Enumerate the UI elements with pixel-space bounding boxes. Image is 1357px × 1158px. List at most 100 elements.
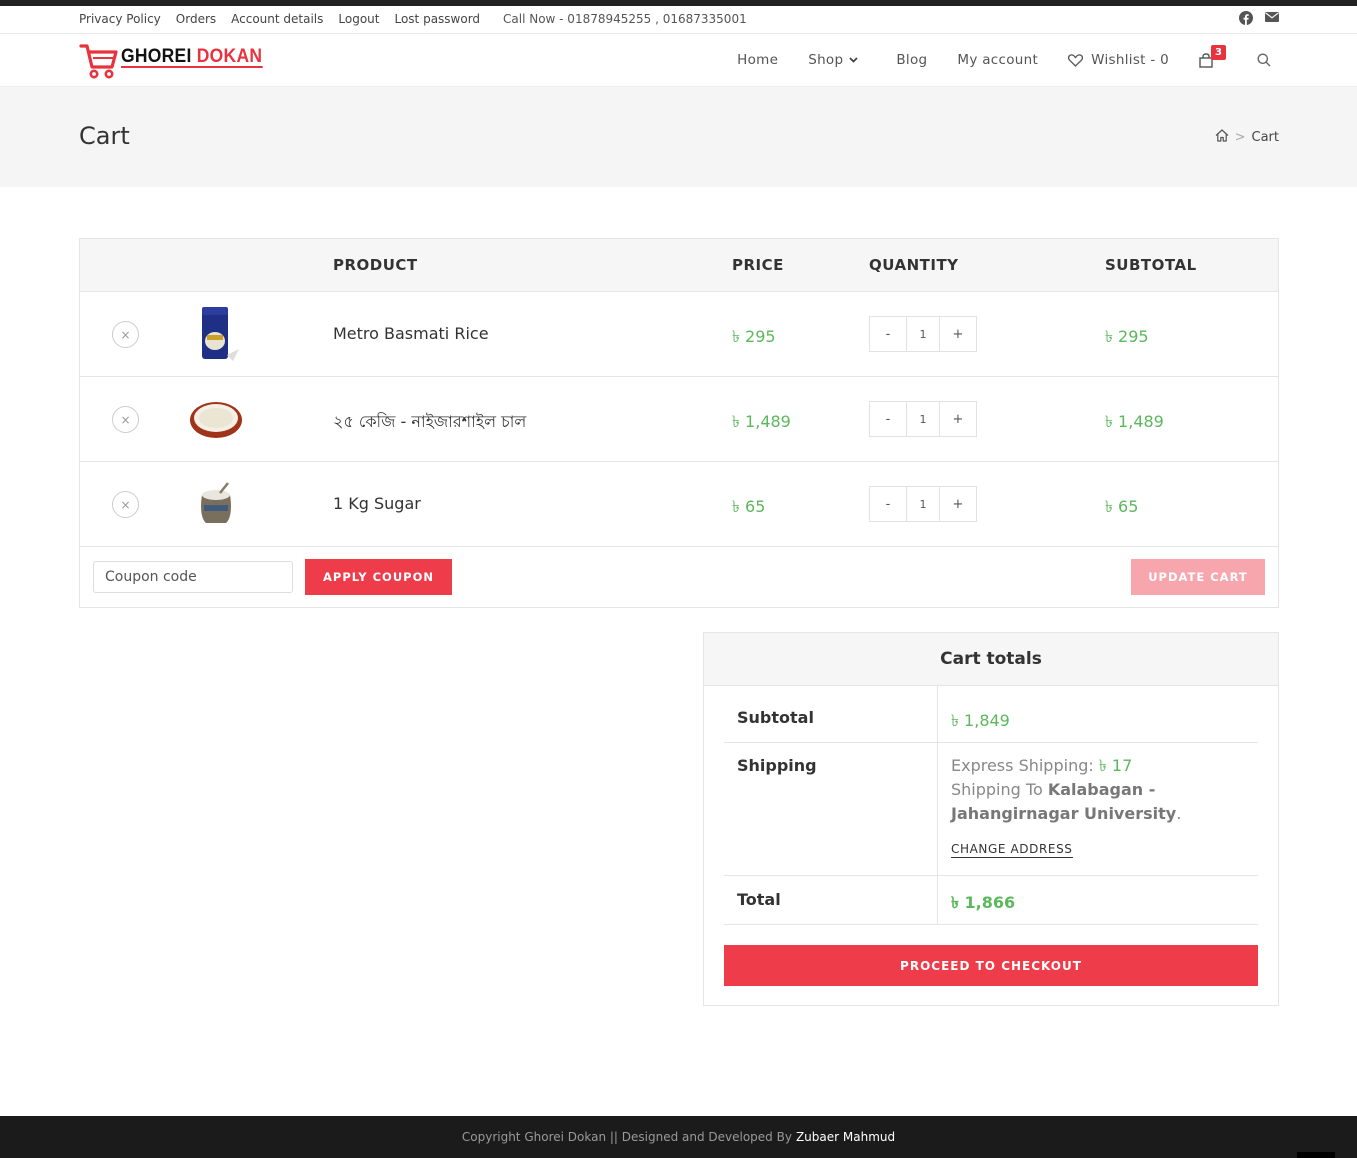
total-value: ৳ 1,866: [951, 893, 1016, 912]
cart-table: PRODUCT PRICE QUANTITY SUBTOTAL × Metro …: [79, 238, 1279, 608]
site-footer: Copyright Ghorei Dokan || Designed and D…: [0, 1116, 1357, 1158]
product-price: ৳ 295: [732, 327, 776, 346]
orders-link[interactable]: Orders: [176, 12, 216, 26]
qty-increase-button[interactable]: +: [940, 402, 976, 436]
apply-coupon-button[interactable]: APPLY COUPON: [305, 559, 452, 595]
footer-author-link[interactable]: Zubaer Mahmud: [796, 1130, 895, 1144]
shipping-to-prefix: Shipping To: [951, 780, 1043, 799]
totals-total-row: Total ৳ 1,866: [724, 876, 1258, 925]
subtotal-value: ৳ 1,849: [951, 711, 1010, 730]
product-thumbnail-basmati[interactable]: [185, 304, 247, 364]
quantity-stepper: - 1 +: [869, 486, 977, 522]
product-price: ৳ 65: [732, 497, 766, 516]
header-product: PRODUCT: [333, 256, 418, 274]
shipping-value-cell: Express Shipping: ৳ 17 Shipping To Kalab…: [937, 743, 1211, 875]
nav-search[interactable]: [1257, 53, 1279, 67]
nav-home-label: Home: [737, 52, 779, 68]
cart-count-badge: 3: [1211, 44, 1227, 60]
shopping-cart-logo-icon: [79, 44, 118, 79]
qty-decrease-button[interactable]: -: [870, 317, 906, 351]
total-value-cell: ৳ 1,866: [937, 876, 1015, 924]
qty-decrease-button[interactable]: -: [870, 402, 906, 436]
scroll-to-top-button[interactable]: [1297, 1152, 1335, 1158]
account-details-link[interactable]: Account details: [231, 12, 323, 26]
cart-totals-title: Cart totals: [704, 633, 1278, 686]
logo-word-dokan: DOKAN: [196, 46, 263, 67]
nav-shop-label: Shop: [808, 52, 844, 68]
subtotal-value-cell: ৳ 1,849: [937, 686, 1010, 742]
product-subtotal: ৳ 295: [1105, 327, 1149, 346]
remove-item-button[interactable]: ×: [112, 491, 139, 518]
footer-copyright: Copyright Ghorei Dokan || Designed and D…: [461, 1130, 792, 1144]
product-thumbnail-sugar[interactable]: [185, 474, 247, 534]
total-label: Total: [737, 890, 781, 909]
header-quantity: QUANTITY: [869, 256, 959, 274]
heart-icon: [1068, 53, 1084, 67]
qty-increase-button[interactable]: +: [940, 487, 976, 521]
nav-my-account[interactable]: My account: [957, 52, 1038, 68]
nav-wishlist-label: Wishlist - 0: [1091, 52, 1169, 68]
qty-input[interactable]: 1: [906, 317, 940, 351]
product-name[interactable]: 1 Kg Sugar: [333, 494, 421, 513]
nav-account-label: My account: [957, 52, 1039, 68]
proceed-to-checkout-button[interactable]: PROCEED TO CHECKOUT: [724, 945, 1258, 986]
subtotal-label: Subtotal: [737, 708, 814, 727]
remove-item-button[interactable]: ×: [112, 321, 139, 348]
quantity-stepper: - 1 +: [869, 316, 977, 352]
remove-item-button[interactable]: ×: [112, 406, 139, 433]
breadcrumb-current: Cart: [1251, 130, 1280, 145]
totals-subtotal-row: Subtotal ৳ 1,849: [724, 686, 1258, 743]
product-name[interactable]: ২৫ কেজি - নাইজারশাইল চাল: [333, 409, 526, 436]
page-title: Cart: [79, 122, 130, 150]
site-logo[interactable]: GHOREI DOKAN: [79, 40, 275, 80]
product-thumbnail-rice-bowl[interactable]: [185, 389, 247, 449]
product-price: ৳ 1,489: [732, 412, 791, 431]
shipping-label: Shipping: [737, 756, 817, 775]
site-header: GHOREI DOKAN Home Shop Blog My account W…: [0, 34, 1357, 87]
cart-actions: Coupon code APPLY COUPON UPDATE CART: [80, 547, 1278, 607]
qty-input[interactable]: 1: [906, 487, 940, 521]
quantity-stepper: - 1 +: [869, 401, 977, 437]
nav-home[interactable]: Home: [737, 52, 778, 68]
facebook-icon[interactable]: [1239, 11, 1253, 25]
top-bar: Privacy Policy Orders Account details Lo…: [0, 6, 1357, 34]
breadcrumb: > Cart: [1215, 129, 1279, 146]
lost-password-link[interactable]: Lost password: [394, 12, 480, 26]
qty-input[interactable]: 1: [906, 402, 940, 436]
totals-shipping-row: Shipping Express Shipping: ৳ 17 Shipping…: [724, 743, 1258, 876]
logo-text: GHOREI DOKAN: [121, 46, 263, 68]
chevron-down-icon: [849, 55, 866, 66]
product-name[interactable]: Metro Basmati Rice: [333, 324, 489, 343]
logout-link[interactable]: Logout: [338, 12, 379, 26]
header-price: PRICE: [732, 256, 784, 274]
qty-decrease-button[interactable]: -: [870, 487, 906, 521]
cart-row: × ২৫ কেজি - নাইজারশাইল চাল ৳ 1,489 - 1 +…: [80, 377, 1278, 462]
nav-blog[interactable]: Blog: [896, 52, 927, 68]
main-nav: Home Shop Blog My account Wishlist - 0 3: [707, 34, 1279, 86]
envelope-icon[interactable]: [1265, 11, 1279, 25]
home-icon[interactable]: [1215, 129, 1229, 146]
cart-table-header: PRODUCT PRICE QUANTITY SUBTOTAL: [80, 239, 1278, 292]
nav-wishlist[interactable]: Wishlist - 0: [1068, 52, 1169, 68]
nav-shop[interactable]: Shop: [808, 52, 866, 68]
cart-row: × 1 Kg Sugar ৳ 65 - 1 + ৳ 65: [80, 462, 1278, 547]
privacy-policy-link[interactable]: Privacy Policy: [79, 12, 161, 26]
product-subtotal: ৳ 65: [1105, 497, 1139, 516]
nav-blog-label: Blog: [896, 52, 928, 68]
search-icon: [1257, 53, 1271, 67]
page-header: Cart > Cart: [0, 87, 1357, 187]
cart-row: × Metro Basmati Rice ৳ 295 - 1 + ৳ 295: [80, 292, 1278, 377]
social-links: [1239, 11, 1279, 25]
change-address-link[interactable]: CHANGE ADDRESS: [951, 842, 1073, 858]
product-subtotal: ৳ 1,489: [1105, 412, 1164, 431]
cart-totals: Cart totals Subtotal ৳ 1,849 Shipping Ex…: [703, 632, 1279, 1006]
header-subtotal: SUBTOTAL: [1105, 256, 1197, 274]
shipping-cost: ৳ 17: [1098, 756, 1133, 775]
call-now-text: Call Now - 01878945255 , 01687335001: [503, 12, 747, 26]
qty-increase-button[interactable]: +: [940, 317, 976, 351]
coupon-code-input[interactable]: Coupon code: [93, 561, 293, 593]
logo-word-ghorei: GHOREI: [121, 46, 192, 67]
update-cart-button[interactable]: UPDATE CART: [1131, 559, 1265, 595]
nav-cart[interactable]: 3: [1199, 44, 1227, 68]
breadcrumb-separator: >: [1234, 130, 1246, 145]
